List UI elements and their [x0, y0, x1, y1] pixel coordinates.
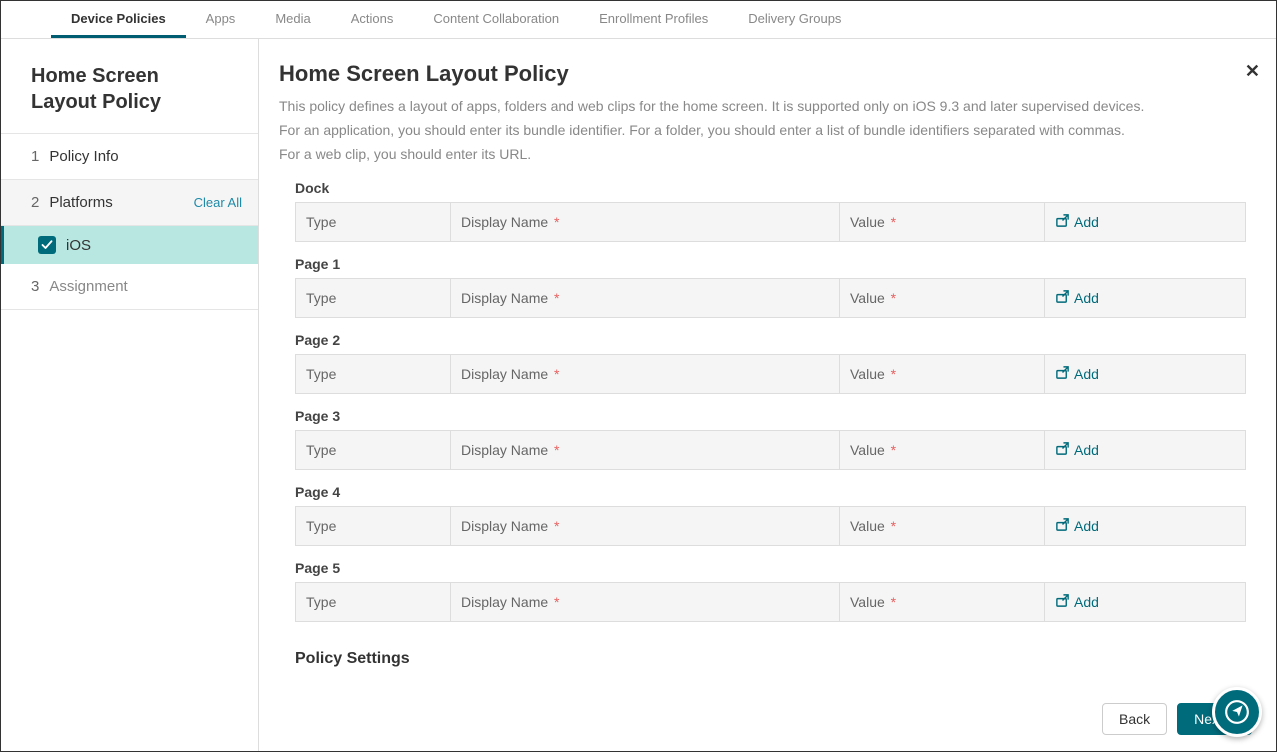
- main-panel: ✕ Home Screen Layout Policy This policy …: [259, 39, 1276, 751]
- add-icon: [1055, 289, 1074, 307]
- col-display-name: Display Name *: [451, 203, 840, 241]
- col-value: Value *: [840, 279, 1045, 317]
- add-button[interactable]: Add: [1055, 289, 1099, 307]
- tab-media[interactable]: Media: [255, 1, 330, 38]
- policy-settings-heading: Policy Settings: [295, 650, 1246, 668]
- add-icon: [1055, 441, 1074, 459]
- step-label: Assignment: [49, 278, 127, 295]
- navigation-arrow-icon: [1219, 694, 1256, 731]
- tab-delivery-groups[interactable]: Delivery Groups: [728, 1, 861, 38]
- layout-table-header: TypeDisplay Name *Value * Add: [295, 354, 1246, 394]
- section-label: Page 4: [295, 484, 1246, 500]
- layout-table-header: TypeDisplay Name *Value * Add: [295, 278, 1246, 318]
- step-number: 3: [31, 278, 39, 295]
- col-add: Add: [1045, 279, 1245, 317]
- col-add: Add: [1045, 507, 1245, 545]
- step-label: Policy Info: [49, 148, 118, 165]
- layout-table-header: TypeDisplay Name *Value * Add: [295, 202, 1246, 242]
- col-value: Value *: [840, 507, 1045, 545]
- platform-label: iOS: [66, 237, 91, 254]
- col-display-name: Display Name *: [451, 507, 840, 545]
- tab-content-collaboration[interactable]: Content Collaboration: [413, 1, 579, 38]
- back-button[interactable]: Back: [1102, 703, 1167, 735]
- wizard-sidebar: Home Screen Layout Policy 1 Policy Info 2…: [1, 39, 259, 751]
- col-value: Value *: [840, 355, 1045, 393]
- col-add: Add: [1045, 203, 1245, 241]
- step-platforms[interactable]: 2 Platforms Clear All: [1, 180, 258, 226]
- policy-description: This policy defines a layout of apps, fo…: [279, 95, 1179, 166]
- layout-table-header: TypeDisplay Name *Value * Add: [295, 506, 1246, 546]
- page-title: Home Screen Layout Policy: [279, 61, 1256, 87]
- section-label: Page 1: [295, 256, 1246, 272]
- add-icon: [1055, 517, 1074, 535]
- col-display-name: Display Name *: [451, 431, 840, 469]
- add-button[interactable]: Add: [1055, 517, 1099, 535]
- top-nav: Device Policies Apps Media Actions Conte…: [1, 1, 1276, 39]
- tab-apps[interactable]: Apps: [186, 1, 256, 38]
- col-type: Type: [296, 507, 451, 545]
- col-type: Type: [296, 583, 451, 621]
- add-icon: [1055, 213, 1074, 231]
- layout-table-header: TypeDisplay Name *Value * Add: [295, 430, 1246, 470]
- section-label: Page 5: [295, 560, 1246, 576]
- step-number: 2: [31, 194, 39, 211]
- col-value: Value *: [840, 203, 1045, 241]
- col-type: Type: [296, 355, 451, 393]
- col-add: Add: [1045, 583, 1245, 621]
- checkbox-checked-icon[interactable]: [38, 236, 56, 254]
- add-button[interactable]: Add: [1055, 593, 1099, 611]
- tab-actions[interactable]: Actions: [331, 1, 414, 38]
- col-type: Type: [296, 203, 451, 241]
- close-icon[interactable]: ✕: [1245, 61, 1260, 82]
- platform-ios[interactable]: iOS: [1, 226, 258, 264]
- step-number: 1: [31, 148, 39, 165]
- step-label: Platforms: [49, 194, 112, 211]
- col-value: Value *: [840, 583, 1045, 621]
- clear-all-link[interactable]: Clear All: [194, 195, 242, 210]
- section-label: Page 3: [295, 408, 1246, 424]
- add-button[interactable]: Add: [1055, 213, 1099, 231]
- step-policy-info[interactable]: 1 Policy Info: [1, 134, 258, 180]
- section-label: Page 2: [295, 332, 1246, 348]
- layout-table-header: TypeDisplay Name *Value * Add: [295, 582, 1246, 622]
- col-type: Type: [296, 431, 451, 469]
- add-icon: [1055, 593, 1074, 611]
- col-add: Add: [1045, 431, 1245, 469]
- step-assignment[interactable]: 3 Assignment: [1, 264, 258, 310]
- col-add: Add: [1045, 355, 1245, 393]
- col-type: Type: [296, 279, 451, 317]
- tab-device-policies[interactable]: Device Policies: [51, 1, 186, 38]
- col-display-name: Display Name *: [451, 583, 840, 621]
- col-value: Value *: [840, 431, 1045, 469]
- help-fab[interactable]: [1212, 687, 1262, 737]
- add-button[interactable]: Add: [1055, 365, 1099, 383]
- tab-enrollment-profiles[interactable]: Enrollment Profiles: [579, 1, 728, 38]
- sidebar-title: Home Screen Layout Policy: [1, 39, 258, 133]
- add-icon: [1055, 365, 1074, 383]
- add-button[interactable]: Add: [1055, 441, 1099, 459]
- col-display-name: Display Name *: [451, 279, 840, 317]
- section-label: Dock: [295, 180, 1246, 196]
- col-display-name: Display Name *: [451, 355, 840, 393]
